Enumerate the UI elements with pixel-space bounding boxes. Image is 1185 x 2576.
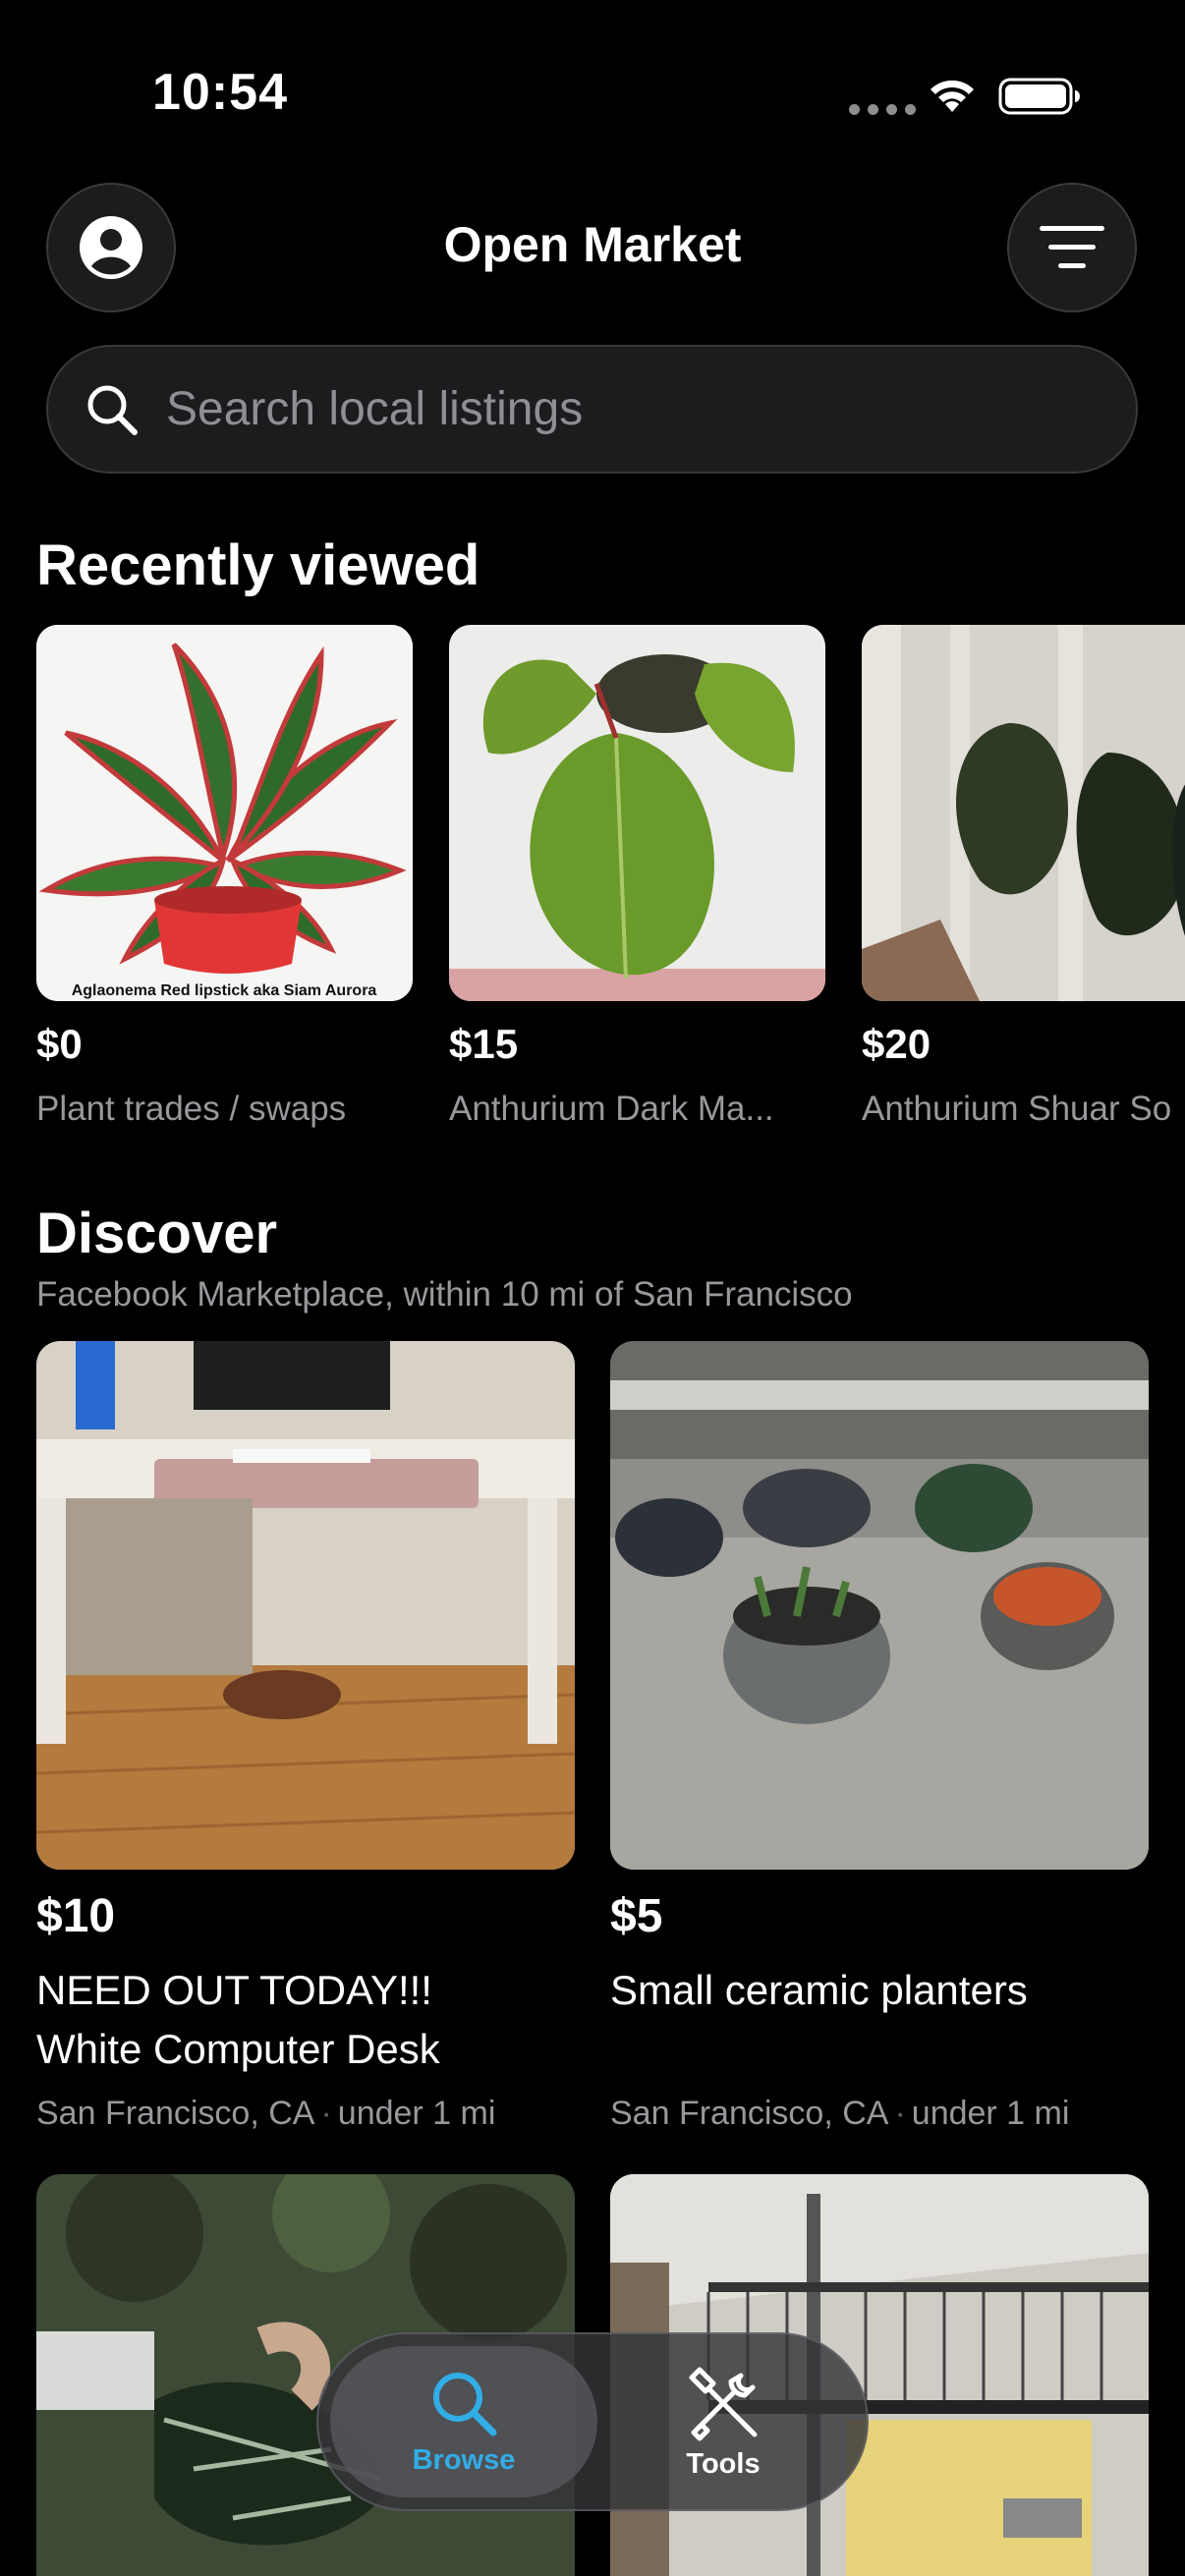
listing-price: $0 xyxy=(36,1021,83,1067)
listing-image xyxy=(610,1341,1149,1870)
listing-price: $10 xyxy=(36,1890,116,1942)
location-text: San Francisco, CA xyxy=(36,2095,315,2132)
location-text: San Francisco, CA xyxy=(610,2095,889,2132)
search-bar[interactable] xyxy=(46,345,1138,474)
listing-image xyxy=(862,625,1185,1001)
search-icon xyxy=(433,2372,497,2436)
distance-text: under 1 mi xyxy=(911,2095,1070,2132)
cellular-signal-icon xyxy=(849,104,916,115)
listing-title: Plant trades / swaps xyxy=(36,1090,347,1128)
status-time: 10:54 xyxy=(152,64,288,121)
tab-tools[interactable]: Tools xyxy=(590,2346,857,2497)
recently-viewed-card[interactable]: $20 Anthurium Shuar So xyxy=(862,625,1185,1129)
listing-title-line: Small ceramic planters xyxy=(610,1967,1028,2013)
listing-title-line: White Computer Desk xyxy=(36,2026,440,2072)
listing-image xyxy=(36,1341,575,1870)
listing-title: Anthurium Shuar So xyxy=(862,1090,1172,1128)
discover-heading: Discover xyxy=(36,1202,278,1265)
discover-card[interactable]: $10 NEED OUT TODAY!!! White Computer Des… xyxy=(36,1341,575,2133)
distance-text: under 1 mi xyxy=(337,2095,496,2132)
separator: · xyxy=(320,2095,332,2132)
image-caption: Aglaonema Red lipstick aka Siam Aurora xyxy=(72,982,377,999)
tab-label: Tools xyxy=(686,2447,761,2480)
listing-image xyxy=(449,625,825,1001)
listing-price: $15 xyxy=(449,1021,519,1067)
listing-title-line: NEED OUT TODAY!!! xyxy=(36,1967,432,2013)
discover-subtitle: Facebook Marketplace, within 10 mi of Sa… xyxy=(36,1275,853,1314)
listing-image: Aglaonema Red lipstick aka Siam Aurora xyxy=(36,625,413,1001)
recently-viewed-card[interactable]: Aglaonema Red lipstick aka Siam Aurora $… xyxy=(36,625,413,1129)
recently-viewed-heading: Recently viewed xyxy=(36,533,480,597)
battery-icon xyxy=(998,78,1080,115)
recently-viewed-carousel[interactable]: Aglaonema Red lipstick aka Siam Aurora $… xyxy=(36,625,1185,1136)
wifi-icon xyxy=(931,80,974,112)
search-input[interactable] xyxy=(166,382,1050,436)
search-icon xyxy=(87,385,138,435)
tab-bar: Browse Tools xyxy=(316,2332,869,2511)
tab-label: Browse xyxy=(412,2443,516,2476)
listing-price: $5 xyxy=(610,1890,663,1942)
filter-button[interactable] xyxy=(1007,183,1137,312)
tools-icon xyxy=(689,2367,758,2440)
listing-title: Anthurium Dark Ma... xyxy=(449,1090,774,1128)
status-bar: 10:54 xyxy=(0,0,1185,187)
separator: · xyxy=(894,2095,906,2132)
recently-viewed-card[interactable]: $15 Anthurium Dark Ma... xyxy=(449,625,825,1129)
listing-location: San Francisco, CA · under 1 mi xyxy=(610,2095,1149,2133)
listing-title: NEED OUT TODAY!!! White Computer Desk xyxy=(36,1961,575,2079)
filter-icon xyxy=(1040,226,1104,268)
listing-price: $20 xyxy=(862,1021,931,1067)
tab-browse[interactable]: Browse xyxy=(330,2346,597,2497)
listing-title: Small ceramic planters xyxy=(610,1961,1149,2079)
discover-card[interactable]: $5 Small ceramic planters San Francisco,… xyxy=(610,1341,1149,2133)
listing-location: San Francisco, CA · under 1 mi xyxy=(36,2095,575,2133)
